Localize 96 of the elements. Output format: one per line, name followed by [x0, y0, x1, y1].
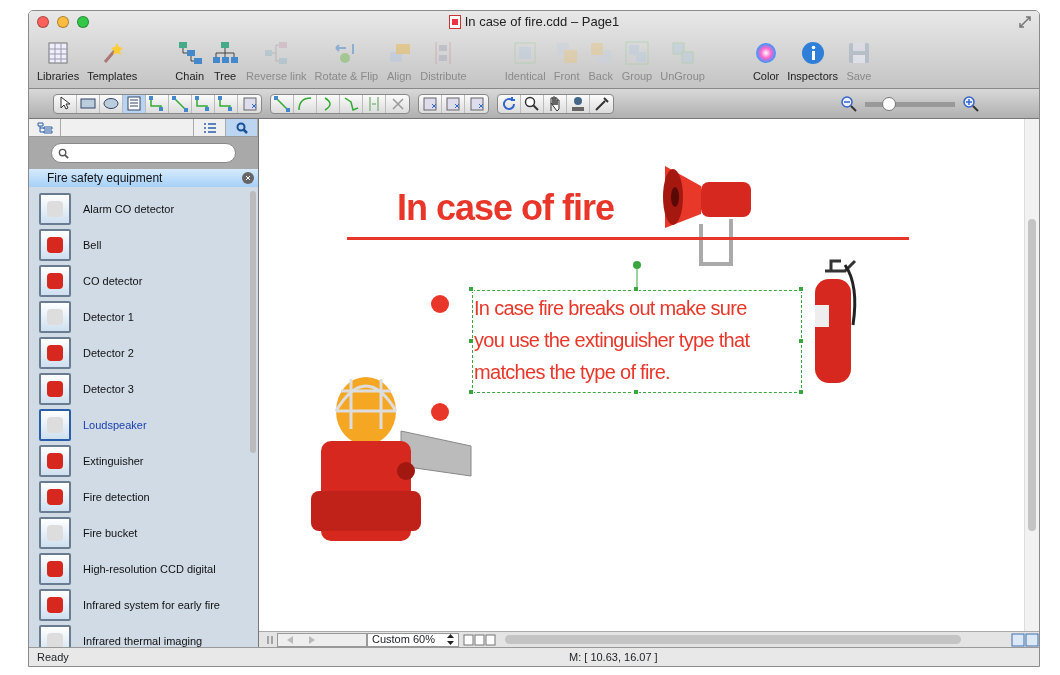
- connector-icon: [148, 94, 166, 113]
- library-item[interactable]: Loudspeaker: [29, 407, 248, 443]
- text-tool[interactable]: [123, 94, 146, 113]
- text-icon: [125, 94, 143, 113]
- line-tool[interactable]: [169, 94, 192, 113]
- search-icon: [58, 147, 69, 159]
- library-item[interactable]: Detector 3: [29, 371, 248, 407]
- insert-icon: [240, 94, 259, 113]
- search-icon: [235, 121, 248, 134]
- connector-icon: [217, 94, 235, 113]
- bullet-icon: [431, 403, 449, 421]
- info-icon: [799, 39, 826, 66]
- libraries-button[interactable]: Libraries: [33, 39, 84, 84]
- resize-handle[interactable]: [468, 337, 474, 344]
- resize-handle[interactable]: [798, 337, 804, 344]
- group-icon: [623, 39, 650, 66]
- library-item[interactable]: Alarm CO detector: [29, 191, 248, 227]
- ungroup-icon: [669, 39, 696, 66]
- device-thumbnail-icon: [39, 193, 71, 225]
- zoom-button[interactable]: [77, 16, 89, 28]
- device-thumbnail-icon: [39, 301, 71, 333]
- resize-handle[interactable]: [798, 286, 804, 292]
- tree-icon: [36, 121, 53, 134]
- library-item[interactable]: Infrared system for early fire: [29, 587, 248, 623]
- device-thumbnail-icon: [39, 445, 71, 477]
- tree-button[interactable]: Tree: [208, 39, 243, 84]
- text-block[interactable]: In case fire breaks out make sure you use the extinguisher type that matches the type of fire.: [472, 290, 802, 393]
- horizontal-scrollbar[interactable]: [505, 635, 961, 644]
- resize-handle[interactable]: [633, 389, 639, 395]
- device-thumbnail-icon: [39, 373, 71, 405]
- arc-icon: [296, 94, 314, 113]
- insert-icon: [421, 94, 439, 113]
- line-icon: [273, 94, 291, 113]
- library-item[interactable]: CO detector: [29, 263, 248, 299]
- zoom-in-icon[interactable]: [963, 95, 979, 112]
- mouse-coordinates: M: [ 10.63, 16.07 ]: [569, 649, 658, 665]
- zoom-select[interactable]: Custom 60%: [367, 632, 459, 647]
- window-title: In case of fire.cdd – Page1: [464, 13, 620, 32]
- resize-handle[interactable]: [468, 389, 474, 395]
- library-item[interactable]: High-resolution CCD digital: [29, 551, 248, 587]
- minimize-button[interactable]: [57, 16, 69, 28]
- library-item[interactable]: Detector 1: [29, 299, 248, 335]
- chain-icon: [176, 39, 203, 66]
- scrollbar-thumb[interactable]: [250, 191, 256, 453]
- templates-button[interactable]: Templates: [83, 39, 142, 84]
- stepper-icon[interactable]: [447, 634, 454, 645]
- fullscreen-icon[interactable]: [1019, 16, 1031, 28]
- fit-page-icon[interactable]: [1011, 632, 1039, 647]
- zoom-out-icon[interactable]: [841, 95, 857, 112]
- resize-handle[interactable]: [468, 286, 474, 292]
- line-tool[interactable]: [271, 94, 294, 113]
- slider-thumb[interactable]: [882, 96, 897, 111]
- status-text: Ready: [36, 649, 70, 665]
- resize-handle[interactable]: [798, 389, 804, 395]
- resize-handle[interactable]: [633, 286, 639, 292]
- device-thumbnail-icon: [39, 517, 71, 549]
- library-item[interactable]: Detector 2: [29, 335, 248, 371]
- document-icon: [448, 15, 461, 29]
- info-button[interactable]: Inspectors: [783, 39, 842, 84]
- search-tab[interactable]: [226, 119, 258, 136]
- device-thumbnail-icon: [39, 589, 71, 621]
- stamp-icon: [569, 94, 587, 113]
- device-thumbnail-icon: [39, 229, 71, 261]
- close-button[interactable]: [37, 16, 49, 28]
- device-thumbnail-icon: [39, 553, 71, 585]
- insert-icon: [467, 94, 486, 113]
- bullet-icon: [431, 295, 449, 313]
- device-thumbnail-icon: [39, 265, 71, 297]
- connector-tool[interactable]: [146, 94, 169, 113]
- page-view-icon[interactable]: [463, 633, 497, 646]
- connector-tool[interactable]: [192, 94, 215, 113]
- close-icon[interactable]: [242, 172, 254, 184]
- color-button[interactable]: Color: [748, 39, 784, 84]
- tree-icon: [212, 39, 239, 66]
- library-item[interactable]: Fire detection: [29, 479, 248, 515]
- polyline-icon: [342, 94, 360, 113]
- search-field[interactable]: [51, 143, 236, 163]
- library-item[interactable]: Extinguisher: [29, 443, 248, 479]
- slide-title: In case of fire: [397, 186, 615, 230]
- rectangle-tool[interactable]: [77, 94, 100, 113]
- rotation-handle[interactable]: [632, 260, 642, 287]
- insert-icon: [444, 94, 462, 113]
- scrollbar-thumb[interactable]: [1028, 219, 1036, 531]
- refresh-icon: [500, 94, 518, 113]
- device-thumbnail-icon: [39, 481, 71, 513]
- device-thumbnail-icon: [39, 409, 71, 441]
- zoom-icon: [523, 94, 541, 113]
- device-thumbnail-icon: [39, 337, 71, 369]
- library-title: Fire safety equipment: [47, 170, 163, 187]
- connector-tool[interactable]: [215, 94, 238, 113]
- library-item[interactable]: Bell: [29, 227, 248, 263]
- library-item[interactable]: Fire bucket: [29, 515, 248, 551]
- chain-button[interactable]: Chain: [171, 39, 209, 84]
- connector-icon: [194, 94, 212, 113]
- list-icon: [202, 121, 217, 134]
- line-icon: [171, 94, 189, 113]
